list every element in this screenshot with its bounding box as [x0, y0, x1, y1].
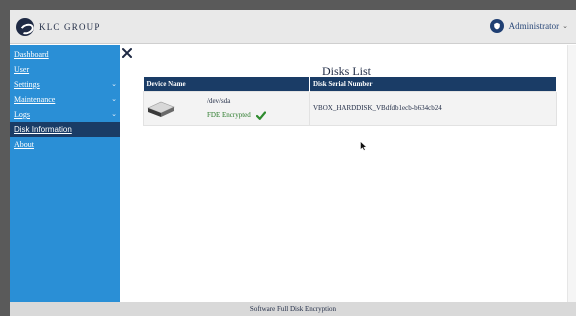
sidebar-item-dashboard[interactable]: Dashboard [10, 47, 120, 62]
user-menu[interactable]: Administrator ⌄ [489, 19, 568, 33]
hard-disk-icon [147, 101, 175, 117]
encryption-status-label: FDE Encrypted [207, 111, 251, 119]
table-header-row: Device Name Disk Serial Number [143, 77, 557, 91]
device-path: /dev/sda [207, 96, 231, 105]
sidebar-item-disk-information[interactable]: Disk Information [10, 122, 120, 137]
sidebar-item-label: Maintenance [14, 95, 56, 104]
chevron-down-icon: ⌄ [111, 95, 117, 103]
column-header-device-name: Device Name [143, 77, 310, 91]
app-window: KLC GROUP Administrator ⌄ Dashboard User… [10, 10, 576, 316]
checkmark-icon [255, 110, 266, 120]
logo[interactable]: KLC GROUP [16, 18, 101, 36]
sidebar-item-user[interactable]: User [10, 62, 120, 77]
sidebar-item-label: About [14, 140, 34, 149]
sidebar-item-logs[interactable]: Logs ⌄ [10, 107, 120, 122]
sidebar-item-label: Settings [14, 80, 40, 89]
top-bar: KLC GROUP Administrator ⌄ [10, 10, 576, 44]
sidebar-item-label: Dashboard [14, 50, 49, 59]
main-content: Disks List Device Name Disk Serial Numbe… [133, 45, 576, 302]
serial-cell: VBOX_HARDDISK_VBdfdb1ecb-b634cb24 [309, 90, 557, 126]
sidebar-item-label: User [14, 65, 30, 74]
klc-logo-icon [16, 18, 34, 36]
user-name: Administrator [508, 21, 560, 31]
device-cell: /dev/sda FDE Encrypted [143, 90, 310, 126]
shield-user-icon [489, 19, 504, 33]
footer: Software Full Disk Encryption [10, 302, 576, 316]
encryption-status: FDE Encrypted [207, 110, 266, 120]
sidebar-item-maintenance[interactable]: Maintenance ⌄ [10, 92, 120, 107]
column-header-serial: Disk Serial Number [309, 77, 557, 91]
sidebar: Dashboard User Settings ⌄ Maintenance ⌄ … [10, 45, 120, 302]
scrollbar[interactable] [567, 45, 576, 302]
sidebar-item-label: Logs [14, 110, 30, 119]
chevron-down-icon: ⌄ [562, 22, 568, 30]
sidebar-item-about[interactable]: About [10, 137, 120, 152]
sidebar-item-settings[interactable]: Settings ⌄ [10, 77, 120, 92]
close-icon[interactable] [121, 46, 133, 58]
table-row[interactable]: /dev/sda FDE Encrypted VBOX_HARDDISK_VBd… [143, 90, 557, 126]
logo-text: KLC GROUP [39, 22, 101, 32]
chevron-down-icon: ⌄ [111, 110, 117, 118]
mouse-cursor-icon [360, 141, 367, 151]
chevron-down-icon: ⌄ [111, 80, 117, 88]
disks-table: Device Name Disk Serial Number /dev/sda [143, 77, 557, 126]
sidebar-item-label: Disk Information [14, 125, 72, 134]
